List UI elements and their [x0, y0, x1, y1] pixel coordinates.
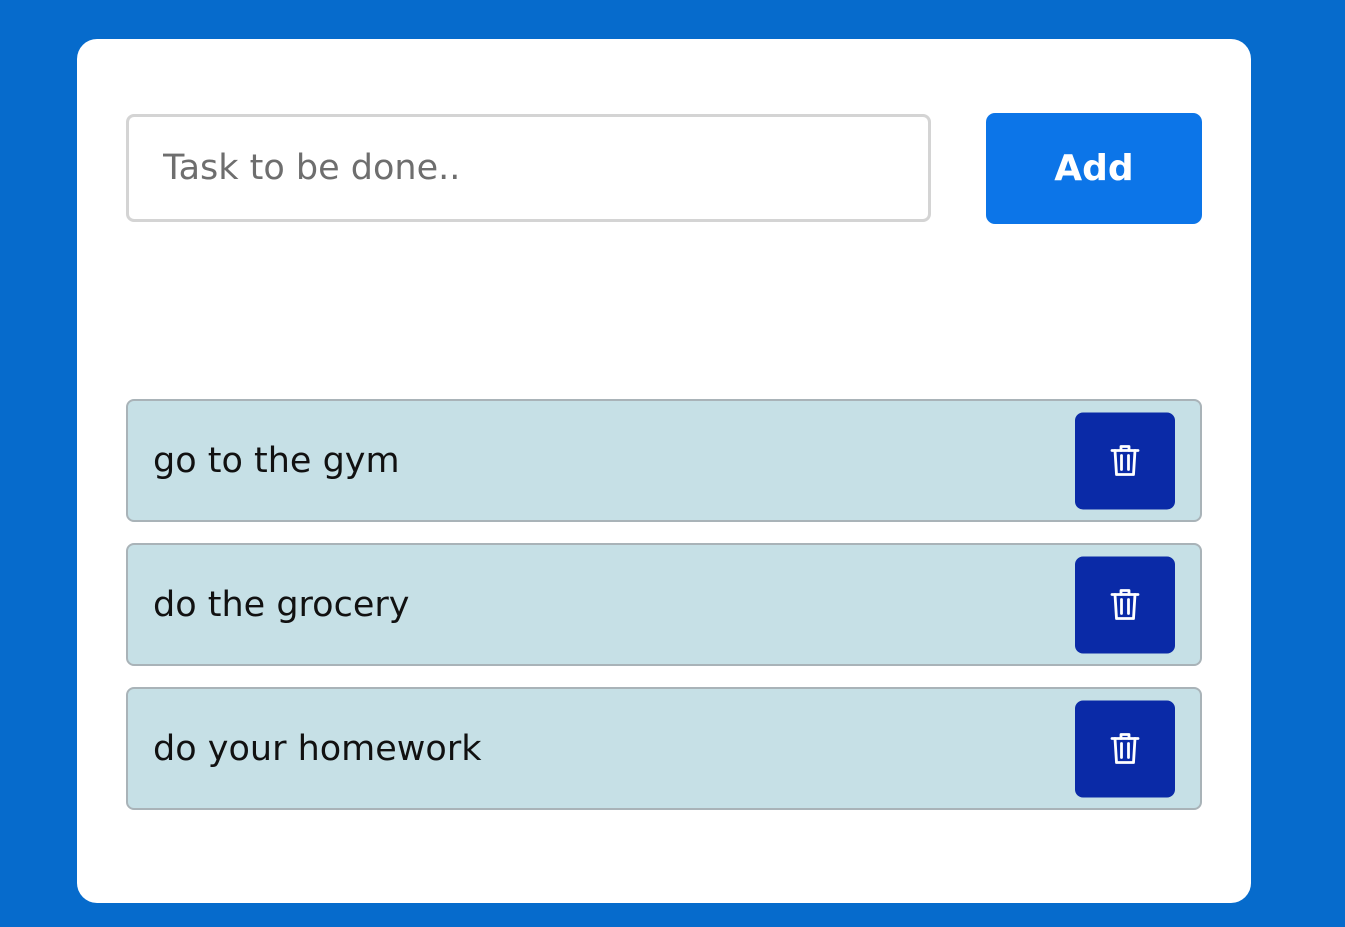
task-item: do the grocery	[126, 543, 1202, 666]
add-button[interactable]: Add	[986, 113, 1202, 224]
trash-icon	[1110, 589, 1140, 620]
delete-button[interactable]	[1075, 700, 1175, 797]
task-item: go to the gym	[126, 399, 1202, 522]
task-list: go to the gym do the grocery do your hom…	[126, 399, 1202, 810]
trash-icon	[1110, 445, 1140, 476]
task-text: do the grocery	[153, 584, 410, 625]
delete-button[interactable]	[1075, 412, 1175, 509]
delete-button[interactable]	[1075, 556, 1175, 653]
task-text: go to the gym	[153, 440, 400, 481]
trash-icon	[1110, 733, 1140, 764]
task-item: do your homework	[126, 687, 1202, 810]
task-input[interactable]	[126, 114, 931, 222]
todo-card: Add go to the gym do the grocery	[77, 39, 1251, 903]
task-text: do your homework	[153, 728, 482, 769]
